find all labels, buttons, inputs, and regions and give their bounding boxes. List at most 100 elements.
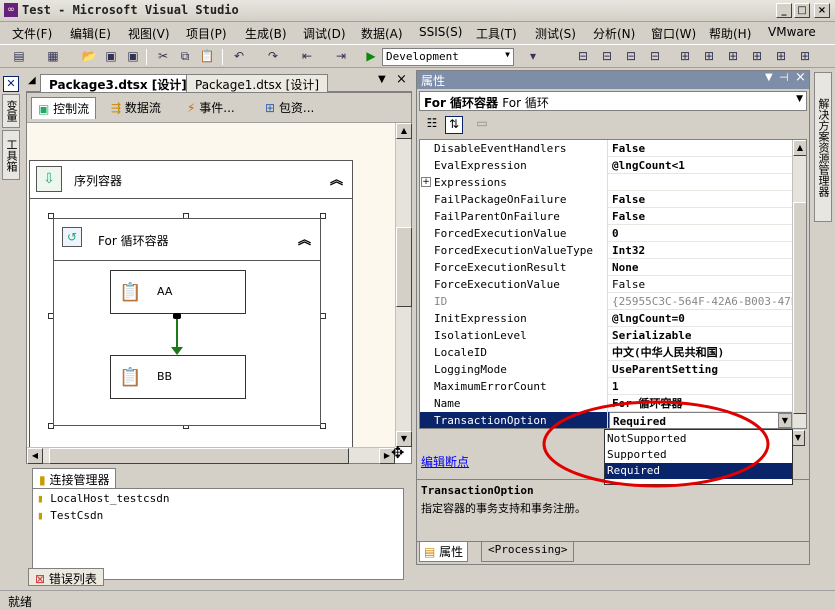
for-loop-container[interactable]: ↺ For 循环容器 ︽ 📋 AA 📋 BB [53, 218, 321, 426]
tab-scroll-icon[interactable]: ◢ [28, 75, 36, 86]
add-item-icon[interactable]: ▦ [44, 48, 62, 65]
scroll-up-icon[interactable]: ▲ [396, 123, 412, 139]
toolbox-tab[interactable]: 工具箱 [2, 130, 20, 180]
property-value[interactable]: None [609, 259, 792, 276]
menu-data[interactable]: 数据(A) [361, 25, 403, 42]
alphabetical-icon[interactable]: ⇅ [445, 116, 463, 134]
collapse-icon[interactable]: ︽ [330, 169, 343, 188]
property-value[interactable]: 1 [609, 378, 792, 395]
tab-control-flow[interactable]: ▣ 控制流 [31, 97, 97, 119]
connection-item[interactable]: ▮ TestCsdn [37, 509, 103, 522]
new-project-icon[interactable]: ▤ [10, 48, 28, 65]
property-value[interactable]: 中文(中华人民共和国) [609, 344, 792, 361]
close-document-icon[interactable]: × [396, 72, 407, 87]
chevron-down-icon[interactable]: ▼ [778, 413, 792, 428]
tab-event-handlers[interactable]: ⚡ 事件... [181, 97, 241, 119]
property-value[interactable]: 0 [609, 225, 792, 242]
property-row[interactable]: ForceExecutionResult None [420, 259, 792, 276]
close-button[interactable]: × [814, 3, 830, 18]
navigate-back-icon[interactable]: ⇤ [298, 48, 316, 65]
menu-tools[interactable]: 工具(T) [476, 25, 517, 42]
spacing-icon[interactable]: ⊞ [796, 48, 814, 65]
vertical-scrollbar[interactable]: ▲ ▼ [395, 123, 412, 447]
save-icon[interactable]: ▣ [102, 48, 120, 65]
minimize-button[interactable]: _ [776, 3, 792, 18]
make-same-height-icon[interactable]: ⊞ [724, 48, 742, 65]
align-right-icon[interactable]: ⊟ [622, 48, 640, 65]
menu-file[interactable]: 文件(F) [12, 25, 52, 42]
property-value[interactable]: False [609, 208, 792, 225]
property-row[interactable]: EvalExpression @lngCount<1 [420, 157, 792, 174]
scroll-thumb[interactable] [49, 448, 349, 464]
property-row[interactable]: FailPackageOnFailure False [420, 191, 792, 208]
align-center-icon[interactable]: ⊟ [598, 48, 616, 65]
menu-build[interactable]: 生成(B) [245, 25, 287, 42]
property-row[interactable]: MaximumErrorCount 1 [420, 378, 792, 395]
window-position-icon[interactable]: ▼ [378, 74, 386, 85]
task-aa[interactable]: 📋 AA [110, 270, 246, 314]
task-bb[interactable]: 📋 BB [110, 355, 246, 399]
property-value[interactable]: False [609, 191, 792, 208]
control-flow-canvas[interactable]: ⇩ 序列容器 ︽ ↺ For 循环容器 ︽ 📋 AA 📋 BB [27, 123, 395, 447]
make-same-size-icon[interactable]: ⊞ [676, 48, 694, 65]
scroll-up-icon[interactable]: ▲ [793, 140, 806, 156]
property-row[interactable]: ForcedExecutionValue 0 [420, 225, 792, 242]
maximize-button[interactable]: □ [794, 3, 810, 18]
menu-view[interactable]: 视图(V) [128, 25, 170, 42]
align-left-icon[interactable]: ⊟ [574, 48, 592, 65]
undo-icon[interactable]: ↶ [230, 48, 248, 65]
align-top-icon[interactable]: ⊟ [646, 48, 664, 65]
property-row[interactable]: LoggingMode UseParentSetting [420, 361, 792, 378]
tab-processing[interactable]: <Processing> [481, 542, 575, 562]
spacing-icon[interactable]: ⊞ [772, 48, 790, 65]
solution-explorer-tab[interactable]: 解决方案资源管理器 [814, 72, 832, 222]
configuration-select[interactable]: Development ▼ [382, 48, 514, 66]
menu-ssis[interactable]: SSIS(S) [419, 25, 462, 39]
property-row[interactable]: DisableEventHandlers False [420, 140, 792, 157]
connection-item[interactable]: ▮ LocalHost_testcsdn [37, 492, 169, 505]
pan-icon[interactable]: ✥ [391, 443, 404, 462]
property-value[interactable]: @lngCount<1 [609, 157, 792, 174]
scroll-thumb[interactable] [793, 202, 806, 414]
tab-properties[interactable]: ▤ 属性 [419, 542, 469, 562]
property-row[interactable]: Expressions + [420, 174, 792, 191]
categorized-icon[interactable]: ☷ [423, 116, 441, 134]
tab-package1[interactable]: Package1.dtsx [设计] [186, 74, 329, 92]
auto-hide-icon[interactable]: ⊣ [779, 71, 789, 84]
start-debug-icon[interactable]: ▶ [362, 48, 380, 65]
tab-package-explorer[interactable]: ⊞ 包资... [259, 97, 320, 119]
variables-tab[interactable]: 变量 [2, 94, 20, 128]
property-value[interactable]: False [609, 276, 792, 293]
scroll-thumb[interactable] [396, 227, 412, 307]
redo-icon[interactable]: ↷ [264, 48, 282, 65]
tab-package3[interactable]: Package3.dtsx [设计] [40, 74, 196, 92]
property-row[interactable]: ForceExecutionValue False [420, 276, 792, 293]
expand-icon[interactable]: + [421, 177, 431, 187]
save-all-icon[interactable]: ▣ [124, 48, 142, 65]
dropdown-arrow-icon[interactable]: ▾ [524, 48, 542, 65]
menu-debug[interactable]: 调试(D) [303, 25, 346, 42]
menu-help[interactable]: 帮助(H) [709, 25, 751, 42]
property-row[interactable]: ID {25955C3C-564F-42A6-B003-47EBC5 [420, 293, 792, 310]
paste-icon[interactable]: 📋 [198, 48, 216, 65]
connection-managers-tab[interactable]: ▮ 连接管理器 [32, 468, 117, 488]
property-value[interactable]: @lngCount=0 [609, 310, 792, 327]
horizontal-scrollbar[interactable]: ◀ ▶ [27, 447, 395, 464]
property-value[interactable]: UseParentSetting [609, 361, 792, 378]
property-row[interactable]: ForcedExecutionValueType Int32 [420, 242, 792, 259]
property-value[interactable]: False [609, 140, 792, 157]
window-position-icon[interactable]: ▼ [765, 72, 773, 83]
make-same-width-icon[interactable]: ⊞ [700, 48, 718, 65]
copy-icon[interactable]: ⧉ [176, 48, 194, 65]
cut-icon[interactable]: ✂ [154, 48, 172, 65]
property-row[interactable]: IsolationLevel Serializable [420, 327, 792, 344]
scroll-left-icon[interactable]: ◀ [27, 448, 43, 464]
menu-analyze[interactable]: 分析(N) [593, 25, 635, 42]
server-explorer-icon[interactable]: ✕ [3, 76, 19, 92]
close-icon[interactable]: × [795, 70, 806, 85]
menu-test[interactable]: 测试(S) [535, 25, 576, 42]
property-row[interactable]: LocaleID 中文(中华人民共和国) [420, 344, 792, 361]
spacing-icon[interactable]: ⊞ [748, 48, 766, 65]
tab-data-flow[interactable]: ⇶ 数据流 [105, 97, 167, 119]
menu-edit[interactable]: 编辑(E) [70, 25, 111, 42]
